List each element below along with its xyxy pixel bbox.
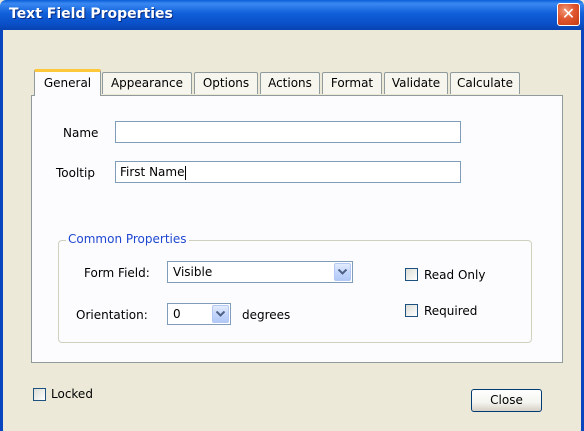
form-field-label: Form Field: — [84, 266, 150, 280]
chevron-down-icon[interactable] — [334, 263, 351, 281]
read-only-label[interactable]: Read Only — [424, 268, 485, 282]
required-checkbox[interactable] — [405, 304, 418, 317]
orientation-value: 0 — [173, 307, 181, 321]
close-window-icon[interactable]: ✕ — [557, 3, 580, 26]
orientation-select[interactable]: 0 — [167, 303, 231, 325]
required-label[interactable]: Required — [424, 304, 477, 318]
tab-appearance[interactable]: Appearance — [102, 72, 192, 94]
chevron-down-icon[interactable] — [212, 305, 229, 323]
tooltip-label: Tooltip — [56, 166, 95, 180]
common-properties-label: Common Properties — [66, 232, 189, 246]
tooltip-input-value: First Name — [120, 165, 185, 179]
window-title: Text Field Properties — [9, 6, 173, 22]
tab-validate[interactable]: Validate — [384, 72, 448, 94]
form-field-select[interactable]: Visible — [167, 261, 353, 283]
tab-options[interactable]: Options — [194, 72, 258, 94]
common-properties-group — [58, 240, 532, 343]
tab-actions[interactable]: Actions — [260, 72, 320, 94]
name-input[interactable] — [115, 121, 461, 143]
tooltip-input[interactable]: First Name — [115, 161, 461, 183]
orientation-label: Orientation: — [76, 308, 148, 322]
form-field-value: Visible — [173, 265, 213, 279]
tab-calculate[interactable]: Calculate — [450, 72, 520, 94]
tab-format[interactable]: Format — [322, 72, 382, 94]
locked-label[interactable]: Locked — [51, 387, 93, 401]
title-bar[interactable]: Text Field Properties ✕ — [0, 0, 584, 30]
text-caret — [185, 165, 187, 180]
locked-checkbox[interactable] — [33, 388, 46, 401]
tab-general[interactable]: General — [34, 69, 101, 96]
window-frame-left — [0, 30, 3, 431]
name-label: Name — [63, 126, 99, 140]
degrees-label: degrees — [242, 308, 291, 322]
close-button[interactable]: Close — [471, 389, 542, 412]
read-only-checkbox[interactable] — [405, 268, 418, 281]
